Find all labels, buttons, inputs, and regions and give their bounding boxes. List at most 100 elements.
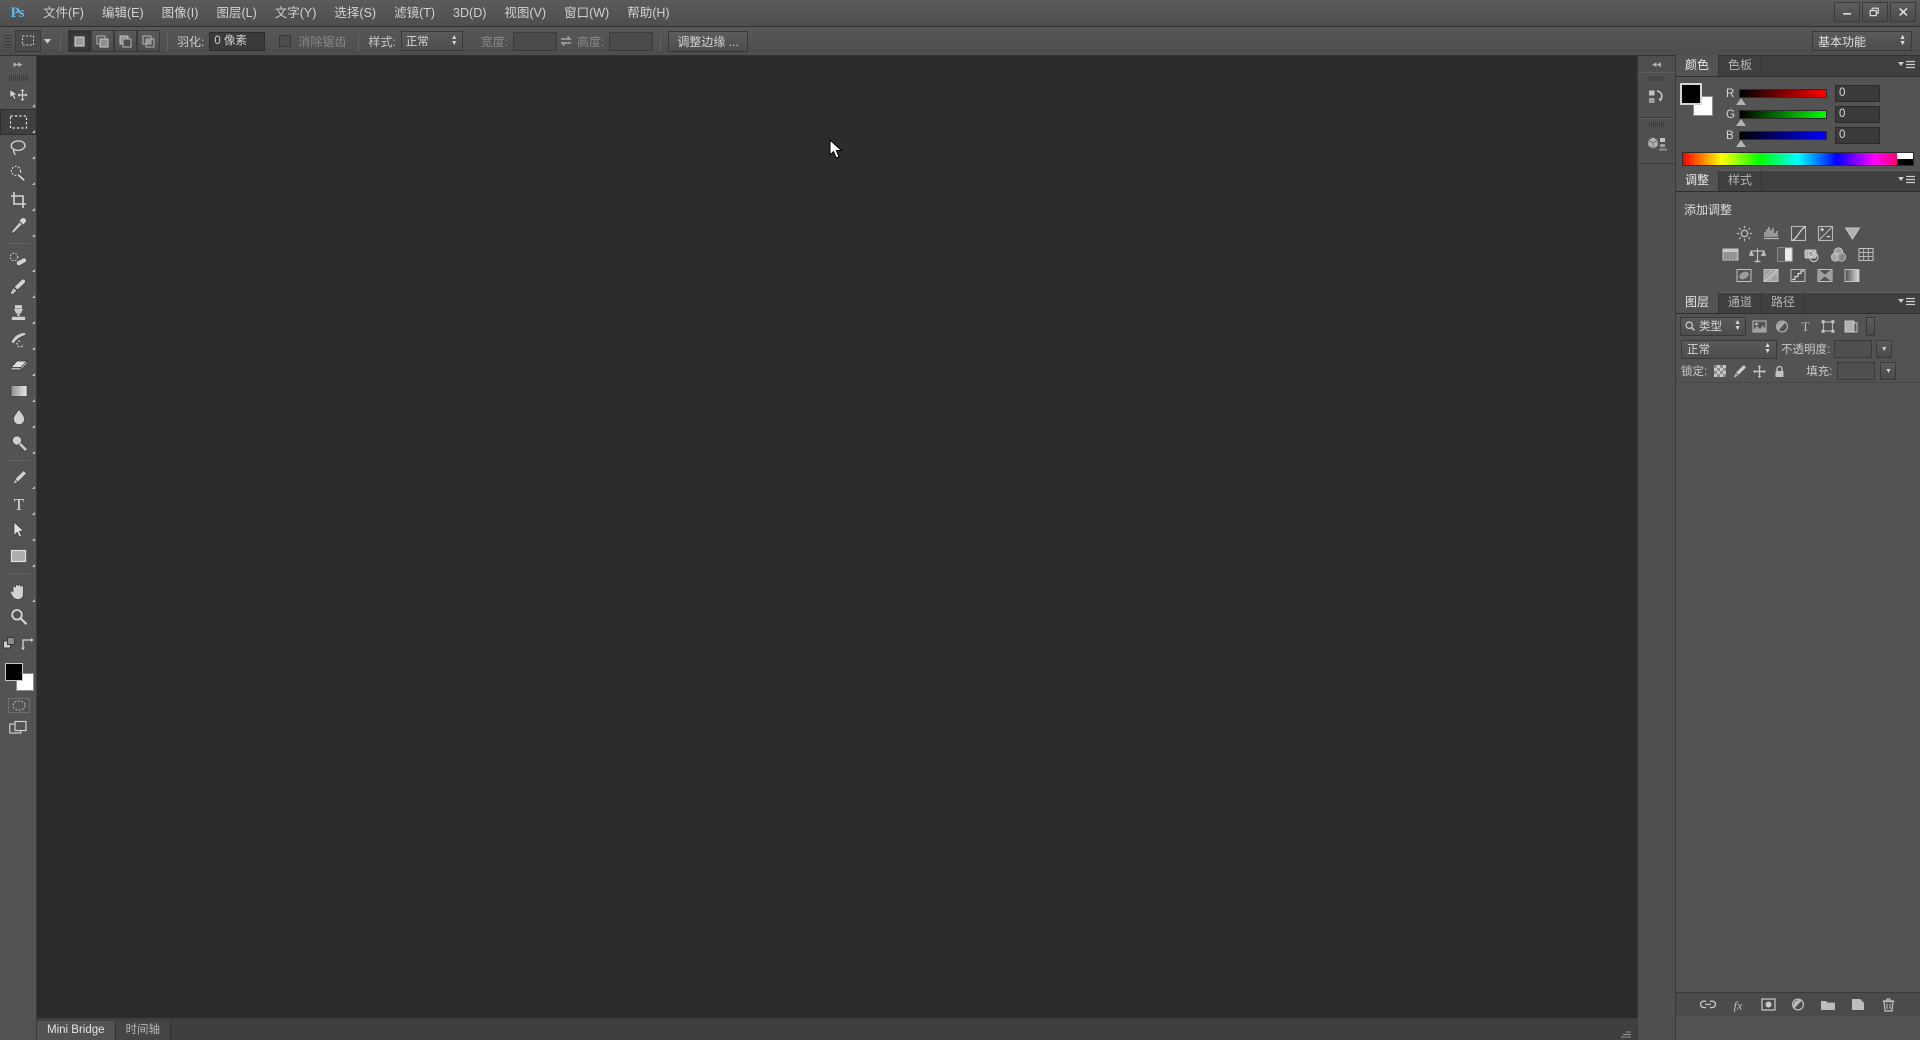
lock-image-icon[interactable] [1732,363,1747,379]
channel-value-r[interactable]: 0 [1835,85,1880,102]
add-mask-icon[interactable] [1760,997,1776,1013]
filter-type-icon[interactable]: T [1795,317,1815,336]
subtract-from-selection-button[interactable] [114,30,137,52]
lock-all-icon[interactable] [1772,363,1787,379]
spectrum-black-white-ends[interactable] [1897,153,1913,165]
channel-slider-thumb-r[interactable] [1736,98,1746,105]
channel-slider-thumb-g[interactable] [1736,119,1746,126]
fill-input[interactable] [1837,362,1875,380]
gradient-tool[interactable] [0,378,37,404]
tab-channels[interactable]: 通道 [1719,292,1762,313]
layer-style-fx-icon[interactable]: fx [1730,997,1746,1013]
eyedropper-tool[interactable] [0,213,37,239]
path-selection-tool[interactable] [0,517,37,543]
height-input[interactable] [609,32,653,51]
move-tool[interactable] [0,83,37,109]
color-balance-icon[interactable] [1749,246,1766,263]
menu-3d[interactable]: 3D(D) [444,0,495,27]
gradient-map-icon[interactable] [1844,267,1861,284]
layer-filter-kind-select[interactable]: 类型 ▲▼ [1680,317,1746,336]
swap-dimensions-icon[interactable] [557,35,575,47]
foreground-color-swatch[interactable] [5,663,23,681]
menu-filter[interactable]: 滤镜(T) [385,0,444,27]
tools-grip[interactable] [0,72,36,83]
active-tool-preset-icon[interactable] [15,30,41,52]
style-select[interactable]: 正常 ▲▼ [401,31,463,51]
tab-paths[interactable]: 路径 [1762,292,1805,313]
options-bar-grip[interactable] [4,30,12,52]
history-brush-tool[interactable] [0,326,37,352]
width-input[interactable] [513,32,557,51]
clone-stamp-tool[interactable] [0,300,37,326]
workspace-selector[interactable]: 基本功能 ▲▼ [1812,31,1912,51]
filter-shape-icon[interactable] [1818,317,1838,336]
feather-input[interactable]: 0 像素 [209,32,265,51]
tab-layers[interactable]: 图层 [1676,292,1719,313]
close-button[interactable] [1890,2,1916,22]
threshold-icon[interactable] [1790,267,1807,284]
hue-saturation-icon[interactable] [1722,246,1739,263]
layer-list[interactable] [1676,382,1920,942]
expand-panels-icon[interactable]: ◂◂ [1638,56,1675,72]
channel-mixer-icon[interactable] [1830,246,1847,263]
new-selection-button[interactable] [68,30,91,52]
filter-smart-object-icon[interactable] [1841,317,1861,336]
adjustments-panel-menu-icon[interactable] [1898,175,1916,185]
channel-slider-b[interactable] [1739,131,1827,140]
tool-preset-dropdown[interactable] [41,39,53,44]
lock-transparency-icon[interactable] [1712,363,1727,379]
3d-panel-icon[interactable] [1638,129,1675,159]
fill-dropdown-icon[interactable]: ▼ [1880,362,1896,380]
layer-filter-enable-toggle[interactable] [1866,317,1875,336]
tab-styles[interactable]: 样式 [1719,170,1762,191]
brush-tool[interactable] [0,274,37,300]
new-adjustment-layer-icon[interactable] [1790,997,1806,1013]
selective-color-icon[interactable] [1817,267,1834,284]
crop-tool[interactable] [0,187,37,213]
history-panel-icon[interactable] [1638,83,1675,113]
color-spectrum-ramp[interactable] [1682,152,1914,166]
vibrance-icon[interactable] [1844,225,1861,242]
curves-icon[interactable] [1790,225,1807,242]
new-group-icon[interactable] [1820,997,1836,1013]
tab-timeline[interactable]: 时间轴 [116,1021,172,1040]
menu-file[interactable]: 文件(F) [34,0,93,27]
posterize-icon[interactable] [1763,267,1780,284]
opacity-input[interactable] [1834,340,1872,358]
channel-value-b[interactable]: 0 [1835,127,1880,144]
tab-swatches[interactable]: 色板 [1719,55,1762,76]
rectangular-marquee-tool[interactable] [0,109,37,135]
filter-adjustment-icon[interactable] [1772,317,1792,336]
minimize-button[interactable] [1834,2,1860,22]
screen-mode-button[interactable] [0,716,37,740]
hand-tool[interactable] [0,578,37,604]
link-layers-icon[interactable] [1700,997,1716,1013]
eraser-tool[interactable] [0,352,37,378]
blend-mode-select[interactable]: 正常 ▲▼ [1681,340,1777,359]
swap-colors-icon[interactable] [21,637,34,650]
quick-selection-tool[interactable] [0,161,37,187]
default-colors-icon[interactable] [3,637,16,650]
new-layer-icon[interactable] [1850,997,1866,1013]
antialias-checkbox[interactable] [279,35,291,47]
channel-slider-thumb-b[interactable] [1736,140,1746,147]
tab-mini-bridge[interactable]: Mini Bridge [37,1021,116,1040]
filter-pixel-icon[interactable] [1749,317,1769,336]
intersect-selection-button[interactable] [137,30,160,52]
3d-dock-grip[interactable] [1638,119,1675,129]
tab-adjustments[interactable]: 调整 [1676,170,1719,191]
lock-position-icon[interactable] [1752,363,1767,379]
tools-collapse-icon[interactable]: ▸▸ [0,56,36,72]
levels-icon[interactable] [1763,225,1780,242]
history-dock-grip[interactable] [1638,73,1675,83]
black-white-icon[interactable] [1776,246,1793,263]
invert-icon[interactable] [1736,267,1753,284]
zoom-tool[interactable] [0,604,37,630]
exposure-icon[interactable] [1817,225,1834,242]
menu-select[interactable]: 选择(S) [325,0,385,27]
layers-panel-menu-icon[interactable] [1898,297,1916,307]
restore-button[interactable] [1862,2,1888,22]
opacity-dropdown-icon[interactable]: ▼ [1876,340,1892,358]
channel-value-g[interactable]: 0 [1835,106,1880,123]
color-panel-menu-icon[interactable] [1898,60,1916,70]
